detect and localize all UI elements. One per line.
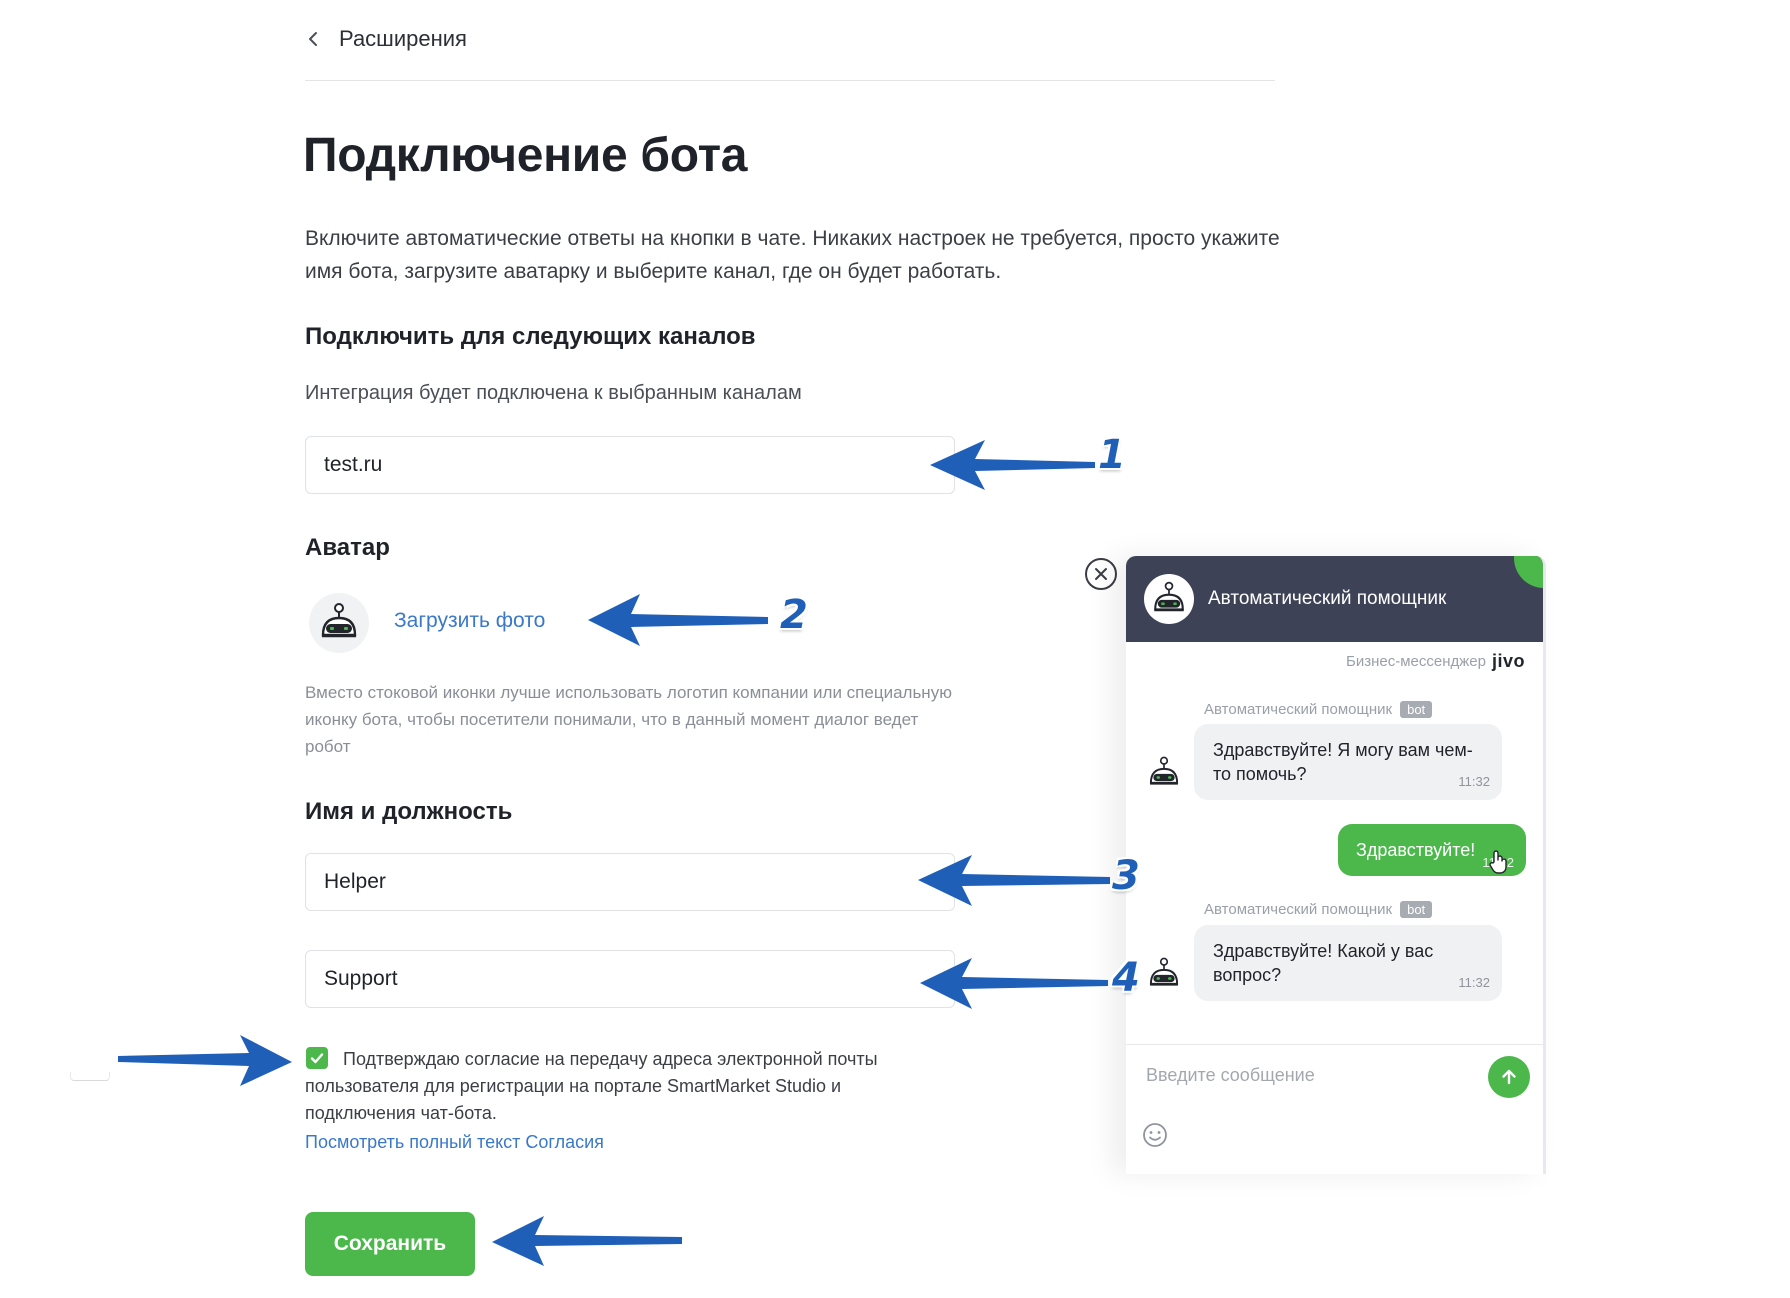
arrow-consent <box>118 1035 292 1086</box>
annotation-number-3: 3 <box>1112 853 1140 899</box>
arrow-save <box>492 1216 682 1266</box>
annotation-number-2: 2 <box>780 592 808 638</box>
arrow-2 <box>588 594 768 646</box>
annotation-number-4: 4 <box>1112 955 1140 1001</box>
annotation-number-1: 1 <box>1098 432 1126 478</box>
arrow-1 <box>930 440 1095 490</box>
annotation-arrows <box>118 440 1110 1266</box>
arrow-4 <box>920 958 1108 1009</box>
arrow-3 <box>918 855 1110 906</box>
